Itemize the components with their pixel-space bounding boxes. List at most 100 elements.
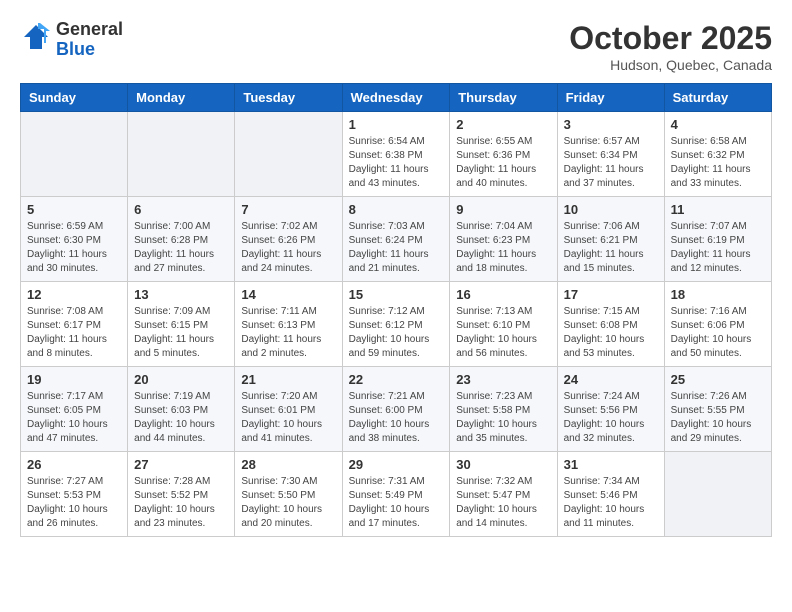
day-info: Sunrise: 7:08 AM Sunset: 6:17 PM Dayligh… [27,305,121,361]
day-info: Sunrise: 7:04 AM Sunset: 6:23 PM Dayligh… [456,220,550,276]
day-info: Sunrise: 7:32 AM Sunset: 5:47 PM Dayligh… [456,475,550,531]
day-number: 18 [671,287,765,302]
calendar-cell: 20 Sunrise: 7:19 AM Sunset: 6:03 PM Dayli… [128,367,235,452]
calendar-cell: 27 Sunrise: 7:28 AM Sunset: 5:52 PM Dayli… [128,452,235,537]
day-info: Sunrise: 7:09 AM Sunset: 6:15 PM Dayligh… [134,305,228,361]
day-number: 17 [564,287,658,302]
day-number: 21 [241,372,335,387]
day-info: Sunrise: 7:24 AM Sunset: 5:56 PM Dayligh… [564,390,658,446]
title-section: October 2025 Hudson, Quebec, Canada [569,20,772,73]
day-of-week-saturday: Saturday [664,84,771,112]
calendar-cell: 4 Sunrise: 6:58 AM Sunset: 6:32 PM Daylig… [664,112,771,197]
day-of-week-wednesday: Wednesday [342,84,450,112]
day-info: Sunrise: 7:23 AM Sunset: 5:58 PM Dayligh… [456,390,550,446]
calendar-cell [21,112,128,197]
logo-general-text: General [56,20,123,40]
calendar-table: SundayMondayTuesdayWednesdayThursdayFrid… [20,83,772,537]
calendar-cell: 17 Sunrise: 7:15 AM Sunset: 6:08 PM Dayli… [557,282,664,367]
calendar-week-row: 5 Sunrise: 6:59 AM Sunset: 6:30 PM Daylig… [21,197,772,282]
day-info: Sunrise: 7:12 AM Sunset: 6:12 PM Dayligh… [349,305,444,361]
day-number: 31 [564,457,658,472]
day-number: 15 [349,287,444,302]
day-info: Sunrise: 7:17 AM Sunset: 6:05 PM Dayligh… [27,390,121,446]
calendar-cell: 8 Sunrise: 7:03 AM Sunset: 6:24 PM Daylig… [342,197,450,282]
day-number: 19 [27,372,121,387]
calendar-cell: 16Sunrise: 7:13 AM Sunset: 6:10 PM Dayli… [450,282,557,367]
day-of-week-monday: Monday [128,84,235,112]
day-info: Sunrise: 7:15 AM Sunset: 6:08 PM Dayligh… [564,305,658,361]
day-number: 27 [134,457,228,472]
day-number: 20 [134,372,228,387]
day-info: Sunrise: 7:19 AM Sunset: 6:03 PM Dayligh… [134,390,228,446]
calendar-cell: 28 Sunrise: 7:30 AM Sunset: 5:50 PM Dayli… [235,452,342,537]
day-info: Sunrise: 6:54 AM Sunset: 6:38 PM Dayligh… [349,135,444,191]
day-number: 5 [27,202,121,217]
day-info: Sunrise: 6:57 AM Sunset: 6:34 PM Dayligh… [564,135,658,191]
day-info: Sunrise: 7:21 AM Sunset: 6:00 PM Dayligh… [349,390,444,446]
day-info: Sunrise: 7:03 AM Sunset: 6:24 PM Dayligh… [349,220,444,276]
calendar-cell: 1 Sunrise: 6:54 AM Sunset: 6:38 PM Daylig… [342,112,450,197]
calendar-cell: 29 Sunrise: 7:31 AM Sunset: 5:49 PM Dayli… [342,452,450,537]
calendar-cell: 5 Sunrise: 6:59 AM Sunset: 6:30 PM Daylig… [21,197,128,282]
day-number: 29 [349,457,444,472]
day-of-week-friday: Friday [557,84,664,112]
page-header: General Blue October 2025 Hudson, Quebec… [20,20,772,73]
calendar-cell: 24 Sunrise: 7:24 AM Sunset: 5:56 PM Dayli… [557,367,664,452]
day-info: Sunrise: 7:20 AM Sunset: 6:01 PM Dayligh… [241,390,335,446]
day-info: Sunrise: 7:06 AM Sunset: 6:21 PM Dayligh… [564,220,658,276]
calendar-week-row: 19 Sunrise: 7:17 AM Sunset: 6:05 PM Dayli… [21,367,772,452]
calendar-cell: 31Sunrise: 7:34 AM Sunset: 5:46 PM Dayli… [557,452,664,537]
calendar-cell: 12 Sunrise: 7:08 AM Sunset: 6:17 PM Dayli… [21,282,128,367]
day-number: 4 [671,117,765,132]
calendar-cell: 10 Sunrise: 7:06 AM Sunset: 6:21 PM Dayli… [557,197,664,282]
calendar-cell: 21 Sunrise: 7:20 AM Sunset: 6:01 PM Dayli… [235,367,342,452]
calendar-cell: 30 Sunrise: 7:32 AM Sunset: 5:47 PM Dayli… [450,452,557,537]
calendar-cell [128,112,235,197]
day-number: 2 [456,117,550,132]
calendar-cell: 26Sunrise: 7:27 AM Sunset: 5:53 PM Dayli… [21,452,128,537]
day-info: Sunrise: 6:58 AM Sunset: 6:32 PM Dayligh… [671,135,765,191]
day-number: 1 [349,117,444,132]
day-info: Sunrise: 7:30 AM Sunset: 5:50 PM Dayligh… [241,475,335,531]
day-info: Sunrise: 7:28 AM Sunset: 5:52 PM Dayligh… [134,475,228,531]
month-title: October 2025 [569,20,772,57]
logo-name: General Blue [56,20,123,60]
day-info: Sunrise: 7:27 AM Sunset: 5:53 PM Dayligh… [27,475,121,531]
calendar-week-row: 1 Sunrise: 6:54 AM Sunset: 6:38 PM Daylig… [21,112,772,197]
day-number: 7 [241,202,335,217]
location-text: Hudson, Quebec, Canada [569,57,772,73]
day-info: Sunrise: 7:16 AM Sunset: 6:06 PM Dayligh… [671,305,765,361]
calendar-cell: 6Sunrise: 7:00 AM Sunset: 6:28 PM Daylig… [128,197,235,282]
day-info: Sunrise: 6:59 AM Sunset: 6:30 PM Dayligh… [27,220,121,276]
day-info: Sunrise: 7:31 AM Sunset: 5:49 PM Dayligh… [349,475,444,531]
day-number: 14 [241,287,335,302]
day-number: 30 [456,457,550,472]
calendar-cell: 18 Sunrise: 7:16 AM Sunset: 6:06 PM Dayli… [664,282,771,367]
day-info: Sunrise: 7:02 AM Sunset: 6:26 PM Dayligh… [241,220,335,276]
calendar-cell: 15 Sunrise: 7:12 AM Sunset: 6:12 PM Dayli… [342,282,450,367]
day-of-week-sunday: Sunday [21,84,128,112]
calendar-cell [235,112,342,197]
day-number: 8 [349,202,444,217]
calendar-cell: 2Sunrise: 6:55 AM Sunset: 6:36 PM Daylig… [450,112,557,197]
calendar-cell: 23 Sunrise: 7:23 AM Sunset: 5:58 PM Dayli… [450,367,557,452]
calendar-week-row: 12 Sunrise: 7:08 AM Sunset: 6:17 PM Dayli… [21,282,772,367]
calendar-header-row: SundayMondayTuesdayWednesdayThursdayFrid… [21,84,772,112]
day-number: 10 [564,202,658,217]
logo-icon [20,21,52,58]
day-info: Sunrise: 7:00 AM Sunset: 6:28 PM Dayligh… [134,220,228,276]
day-number: 25 [671,372,765,387]
day-number: 28 [241,457,335,472]
day-number: 24 [564,372,658,387]
day-number: 23 [456,372,550,387]
calendar-cell: 14Sunrise: 7:11 AM Sunset: 6:13 PM Dayli… [235,282,342,367]
calendar-cell: 13Sunrise: 7:09 AM Sunset: 6:15 PM Dayli… [128,282,235,367]
calendar-cell: 3Sunrise: 6:57 AM Sunset: 6:34 PM Daylig… [557,112,664,197]
calendar-cell: 22 Sunrise: 7:21 AM Sunset: 6:00 PM Dayli… [342,367,450,452]
day-of-week-tuesday: Tuesday [235,84,342,112]
logo-blue-text: Blue [56,40,123,60]
day-number: 12 [27,287,121,302]
day-number: 22 [349,372,444,387]
day-info: Sunrise: 7:26 AM Sunset: 5:55 PM Dayligh… [671,390,765,446]
calendar-cell: 11Sunrise: 7:07 AM Sunset: 6:19 PM Dayli… [664,197,771,282]
